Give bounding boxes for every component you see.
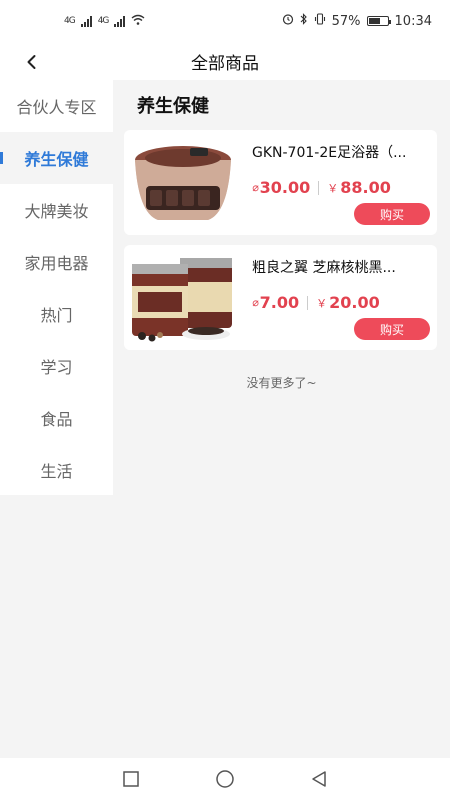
product-info: 粗良之翼 芝麻核桃黑... ⌀ 7.00 ￥ 20.00 购买 xyxy=(242,245,442,350)
battery-percent: 57% xyxy=(331,13,361,29)
price-yen: 88.00 xyxy=(340,178,391,197)
price-row: ⌀ 7.00 ￥ 20.00 xyxy=(252,293,432,312)
system-nav-bar xyxy=(0,758,450,800)
buy-button[interactable]: 购买 xyxy=(354,203,430,225)
product-list: 养生保健 GKN-701-2E足浴器（... ⌀ 30.00 ￥ 88.00 购… xyxy=(113,80,450,391)
battery-icon xyxy=(366,16,391,26)
sidebar-item-label: 养生保健 xyxy=(24,150,89,169)
signal-label-2: 4G xyxy=(97,16,110,26)
price-row: ⌀ 30.00 ￥ 88.00 xyxy=(252,178,432,197)
chevron-left-icon xyxy=(27,55,36,69)
page-title: 全部商品 xyxy=(191,53,259,74)
back-nav-button[interactable] xyxy=(308,768,330,790)
signal-icon xyxy=(80,15,92,27)
vibrate-icon xyxy=(314,13,326,29)
sidebar-item-food[interactable]: 食品 xyxy=(0,392,113,444)
sidebar-item-beauty[interactable]: 大牌美妆 xyxy=(0,184,113,236)
status-left: 4G 4G xyxy=(64,14,145,29)
signal-icon-2 xyxy=(114,15,126,27)
section-title: 养生保健 xyxy=(137,96,209,117)
coin-icon: ⌀ xyxy=(252,296,259,309)
price-yen: 20.00 xyxy=(329,293,380,312)
home-button[interactable] xyxy=(214,768,236,790)
sidebar-item-label: 生活 xyxy=(40,462,73,481)
coin-icon: ⌀ xyxy=(252,181,259,194)
yen-symbol: ￥ xyxy=(327,181,339,195)
powder-can-icon xyxy=(124,245,242,350)
sidebar-item-label: 大牌美妆 xyxy=(24,202,89,221)
sidebar-item-label: 食品 xyxy=(40,410,73,429)
product-info: GKN-701-2E足浴器（... ⌀ 30.00 ￥ 88.00 购买 xyxy=(242,130,442,235)
back-button[interactable] xyxy=(18,48,46,76)
square-icon xyxy=(123,771,139,787)
signal-label-1: 4G xyxy=(64,16,76,26)
price-coin: 7.00 xyxy=(259,293,300,312)
sidebar-item-label: 家用电器 xyxy=(24,254,89,273)
price-coin: 30.00 xyxy=(259,178,311,197)
status-right: 57% 10:34 xyxy=(282,13,432,29)
sidebar-item-hot[interactable]: 热门 xyxy=(0,288,113,340)
clock: 10:34 xyxy=(394,13,432,29)
sidebar-item-label: 学习 xyxy=(40,358,73,377)
product-card[interactable]: GKN-701-2E足浴器（... ⌀ 30.00 ￥ 88.00 购买 xyxy=(124,130,437,235)
sidebar-item-label: 合伙人专区 xyxy=(16,98,97,117)
product-card[interactable]: 粗良之翼 芝麻核桃黑... ⌀ 7.00 ￥ 20.00 购买 xyxy=(124,245,437,350)
recent-apps-button[interactable] xyxy=(120,768,142,790)
sidebar-item-label: 热门 xyxy=(40,306,73,325)
bluetooth-icon xyxy=(300,13,308,29)
price-divider xyxy=(318,180,320,195)
yen-symbol: ￥ xyxy=(316,296,328,310)
wifi-icon xyxy=(131,14,145,29)
product-name: GKN-701-2E足浴器（... xyxy=(252,145,407,161)
buy-button[interactable]: 购买 xyxy=(354,318,430,340)
foot-bath-icon xyxy=(124,130,242,235)
nav-bar: 全部商品 xyxy=(0,42,450,80)
sidebar-item-health[interactable]: 养生保健 xyxy=(0,132,113,184)
category-sidebar: 合伙人专区 养生保健 大牌美妆 家用电器 热门 学习 食品 生活 xyxy=(0,80,113,495)
no-more-label: 没有更多了~ xyxy=(246,376,317,390)
triangle-back-icon xyxy=(312,771,326,787)
circle-icon xyxy=(216,770,234,788)
sidebar-item-study[interactable]: 学习 xyxy=(0,340,113,392)
price-divider xyxy=(307,295,309,310)
product-name: 粗良之翼 芝麻核桃黑... xyxy=(252,260,396,276)
sidebar-item-appliances[interactable]: 家用电器 xyxy=(0,236,113,288)
status-bar: 4G 4G 57% 10:34 xyxy=(0,0,450,42)
sidebar-item-partner[interactable]: 合伙人专区 xyxy=(0,80,113,132)
sidebar-item-life[interactable]: 生活 xyxy=(0,444,113,496)
alarm-icon xyxy=(282,13,294,29)
